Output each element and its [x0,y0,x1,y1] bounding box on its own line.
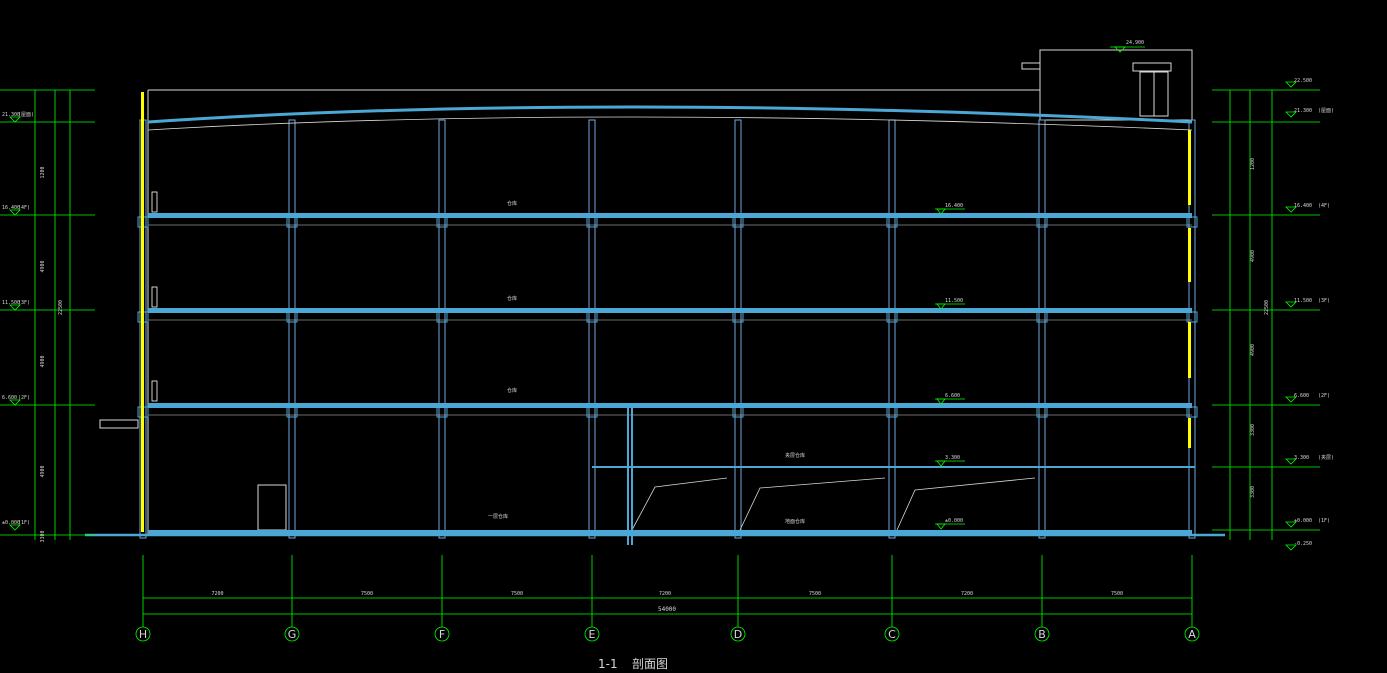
room-labels: 仓库仓库仓库一层仓库夹层仓库地面仓库 [488,200,805,525]
columns-group [139,119,1196,539]
drawing-title: 1-1 剖面图 [598,657,668,671]
left-tag-1: (4F) [18,205,30,211]
right-dim-0: 1200 [1250,158,1256,170]
right-total-height: 22500 [1264,300,1270,315]
left-dim-3: 4900 [40,465,46,477]
left-opening-2 [151,380,158,402]
column-d [734,119,742,539]
roof-slab [147,105,1193,124]
inner-elev-2: 6.600 [945,393,960,399]
floor-slab-1 [148,213,1192,218]
left-window-strip [141,92,144,532]
building-outline [99,49,1193,535]
left-dim-2: 4900 [40,355,46,367]
room-label-4: 夹层仓库 [785,452,805,459]
total-width-label: 54000 [658,606,676,613]
room-label-0: 仓库 [507,200,517,207]
right-window-3 [1188,418,1191,448]
right-window-0 [1188,130,1191,205]
left-opening-1 [151,286,158,308]
right-elev-0: 22.500 [1294,78,1312,84]
title-name: 剖面图 [632,657,668,671]
column-g [288,119,296,539]
right-elev-5: 3.300 [1294,455,1309,461]
room-label-5: 地面仓库 [785,518,805,525]
left-tag-4: (1F) [18,520,30,526]
right-tag-4: (2F) [1318,393,1330,399]
inner-elev-1: 11.500 [945,298,963,304]
left-elevation-lines [0,89,95,540]
axis-label-b: B [1038,628,1046,641]
axis-label-h: H [139,628,147,641]
left-tag-2: (3F) [18,300,30,306]
axis-label-e: E [589,628,596,641]
bay-dimensions: 7200 7500 7500 7200 7500 7200 7500 [211,591,1123,597]
right-elev-2: 16.400 [1294,203,1312,209]
left-tag-3: (2F) [18,395,30,401]
right-dim-4: 3300 [1250,486,1256,498]
floor-slab-2 [148,308,1192,313]
right-window-1 [1188,228,1191,282]
left-elev-3: 6.600 [2,395,17,401]
right-tag-2: (4F) [1318,203,1330,209]
right-tag-1: (屋面) [1318,108,1334,114]
right-elevation-text: 22.500 21.300 (屋面) 16.400 (4F) 11.500 (3F) 6.60… [1250,78,1334,551]
right-tag-5: (夹层) [1318,454,1334,461]
mezzanine-frame [592,407,1195,545]
slabs-group [137,213,1198,535]
column-b [1038,119,1046,539]
right-tag-3: (3F) [1318,298,1330,304]
right-elev-6: ±0.000 [1294,518,1312,524]
inner-elev-0: 16.400 [945,203,963,209]
floor-slab-3 [148,403,1192,408]
room-label-3: 一层仓库 [488,513,508,520]
bay-dim-6: 7500 [1111,591,1123,597]
right-window-2 [1188,322,1191,378]
axis-label-g: G [288,628,297,641]
left-opening-0 [151,191,158,213]
axis-label-d: D [734,628,742,641]
room-label-2: 仓库 [507,387,517,394]
left-dim-0: 1200 [40,166,46,178]
left-dim-4: 3300 [40,530,46,542]
inner-elevation-group: 16.400 11.500 6.600 3.300 ±0.000 [935,203,965,530]
right-dim-2: 4900 [1250,344,1256,356]
left-tag-0: (屋面) [18,112,34,118]
column-f [438,119,446,539]
right-dim-3: 3300 [1250,424,1256,436]
bay-dim-3: 7200 [659,591,671,597]
bay-dim-0: 7200 [211,591,223,597]
column-c [888,119,896,539]
axis-label-a: A [1188,628,1196,641]
inner-elev-symbol-3 [936,460,946,467]
room-label-1: 仓库 [507,295,517,302]
right-elev-3: 11.500 [1294,298,1312,304]
ramps-group [631,477,1036,531]
inner-elev-3: 3.300 [945,455,960,461]
bay-dim-4: 7500 [809,591,821,597]
axis-label-c: C [888,628,896,641]
bay-dim-5: 7200 [961,591,973,597]
inner-elev-symbol-4 [936,523,946,530]
column-e [588,119,596,539]
left-dim-1: 4900 [40,260,46,272]
right-dim-1: 4900 [1250,250,1256,262]
top-elev-label: 24.900 [1126,40,1144,46]
right-elev-7: -0.250 [1294,541,1312,547]
right-elev-1: 21.300 [1294,108,1312,114]
left-total-height: 22500 [58,300,64,315]
right-tag-6: (1F) [1318,518,1330,524]
inner-elev-4: ±0.000 [945,518,963,524]
bay-dim-2: 7500 [511,591,523,597]
bay-dim-1: 7500 [361,591,373,597]
right-elev-4: 6.600 [1294,393,1309,399]
axis-label-f: F [439,628,445,641]
roof-underside [147,116,1193,131]
section-drawing: H G F E D C B A 7200 7500 7500 7200 7500 7200 7500 54… [0,40,1334,671]
title-code: 1-1 [598,657,618,671]
